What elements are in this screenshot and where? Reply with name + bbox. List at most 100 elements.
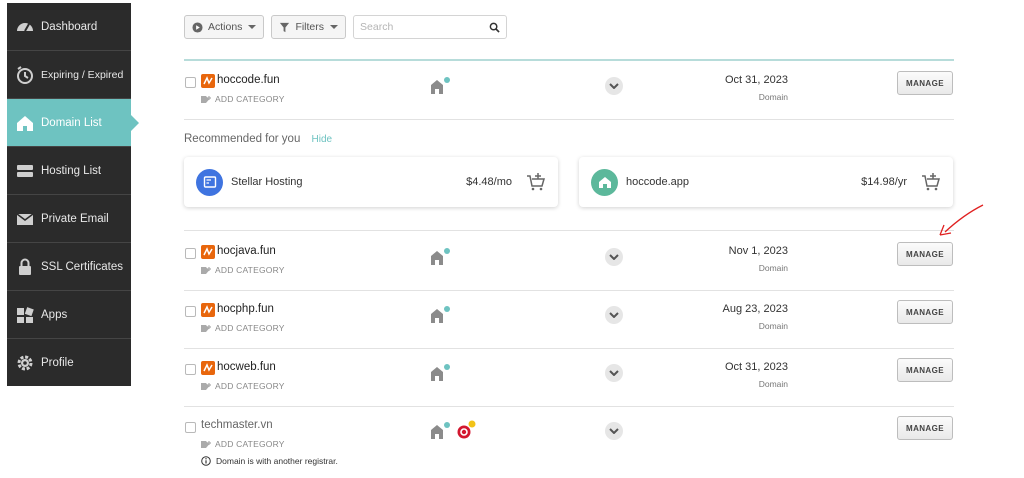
chevron-down-icon[interactable] xyxy=(605,364,623,382)
recommended-title: Recommended for you xyxy=(184,133,301,145)
search-icon[interactable] xyxy=(489,22,500,33)
expiry-date: Aug 23, 2023 xyxy=(722,303,788,315)
domain-name[interactable]: techmaster.vn xyxy=(201,419,273,431)
clock-icon xyxy=(14,64,36,86)
manage-button[interactable]: MANAGE xyxy=(897,242,953,266)
add-category-link[interactable]: ADD CATEGORY xyxy=(201,94,285,104)
chevron-down-icon[interactable] xyxy=(605,77,623,95)
header-divider xyxy=(184,59,954,61)
product-type: Domain xyxy=(758,321,788,331)
caret-down-icon xyxy=(330,25,339,29)
filter-icon xyxy=(280,22,290,32)
home-icon xyxy=(14,112,36,134)
table-row: hocweb.fun ADD CATEGORY Oct 31, 2023 Dom… xyxy=(184,349,954,407)
dashboard-icon xyxy=(14,16,36,38)
row-checkbox[interactable] xyxy=(185,77,196,88)
row-checkbox[interactable] xyxy=(185,306,196,317)
filters-label: Filters xyxy=(295,21,325,33)
mail-icon xyxy=(14,208,36,230)
sidebar-item-label: Profile xyxy=(41,357,74,369)
filters-dropdown[interactable]: Filters xyxy=(271,15,347,39)
annotation-arrow xyxy=(939,204,984,236)
domain-name[interactable]: hocjava.fun xyxy=(217,245,276,257)
sidebar-item-label: Expiring / Expired xyxy=(41,68,124,81)
dns-house-icon[interactable] xyxy=(430,305,452,325)
recommended-heading: Recommended for you Hide xyxy=(184,133,332,145)
product-type: Domain xyxy=(758,263,788,273)
domain-brand-icon xyxy=(201,361,215,375)
add-category-label: ADD CATEGORY xyxy=(215,94,285,104)
lock-icon xyxy=(14,256,36,278)
table-row: hoccode.fun ADD CATEGORY Oct 31, 2023 Do… xyxy=(184,62,954,120)
gear-icon xyxy=(14,352,36,374)
sidebar-item-expiring[interactable]: Expiring / Expired xyxy=(7,51,131,99)
row-divider xyxy=(184,230,954,231)
hide-recommended-link[interactable]: Hide xyxy=(312,134,333,145)
sidebar: Dashboard Expiring / Expired Domain List… xyxy=(7,3,139,387)
row-checkbox[interactable] xyxy=(185,248,196,259)
registrar-note-text: Domain is with another registrar. xyxy=(216,456,338,466)
manage-button[interactable]: MANAGE xyxy=(897,358,953,382)
search-box xyxy=(353,15,508,39)
table-row: hocphp.fun ADD CATEGORY Aug 23, 2023 Dom… xyxy=(184,291,954,349)
actions-label: Actions xyxy=(208,21,243,33)
sidebar-item-private-email[interactable]: Private Email xyxy=(7,195,131,243)
sidebar-item-profile[interactable]: Profile xyxy=(7,339,131,387)
registrar-note: Domain is with another registrar. xyxy=(201,456,338,466)
chevron-down-icon[interactable] xyxy=(605,306,623,324)
domain-name[interactable]: hoccode.fun xyxy=(217,74,280,86)
caret-down-icon xyxy=(248,25,257,29)
add-category-label: ADD CATEGORY xyxy=(215,265,285,275)
add-category-label: ADD CATEGORY xyxy=(215,439,285,449)
chevron-down-icon[interactable] xyxy=(605,422,623,440)
sidebar-item-domain-list[interactable]: Domain List xyxy=(7,99,139,147)
tag-icon xyxy=(201,95,211,103)
table-row: hocjava.fun ADD CATEGORY Nov 1, 2023 Dom… xyxy=(184,233,954,291)
registrar-badge-icon xyxy=(457,420,476,439)
dns-house-icon[interactable] xyxy=(430,421,452,441)
sidebar-item-apps[interactable]: Apps xyxy=(7,291,131,339)
tag-icon xyxy=(201,440,211,448)
product-type: Domain xyxy=(758,379,788,389)
expiry-date: Oct 31, 2023 xyxy=(725,74,788,86)
sidebar-item-hosting-list[interactable]: Hosting List xyxy=(7,147,131,195)
chevron-down-icon[interactable] xyxy=(605,248,623,266)
sidebar-item-label: SSL Certificates xyxy=(41,260,124,273)
actions-dropdown[interactable]: Actions xyxy=(184,15,265,39)
apps-icon xyxy=(14,304,36,326)
table-row: techmaster.vn ADD CATEGORY MANAGE Domain… xyxy=(184,407,954,473)
add-category-link[interactable]: ADD CATEGORY xyxy=(201,439,285,449)
domain-brand-icon xyxy=(201,303,215,317)
sidebar-item-label: Apps xyxy=(41,308,68,321)
info-icon xyxy=(201,456,211,466)
manage-button[interactable]: MANAGE xyxy=(897,71,953,95)
domain-brand-icon xyxy=(201,74,215,88)
row-checkbox[interactable] xyxy=(185,422,196,433)
toolbar: Actions Filters xyxy=(184,15,508,39)
add-category-label: ADD CATEGORY xyxy=(215,323,285,333)
tag-icon xyxy=(201,324,211,332)
manage-button[interactable]: MANAGE xyxy=(897,300,953,324)
dns-house-icon[interactable] xyxy=(430,76,452,96)
expiry-date: Nov 1, 2023 xyxy=(728,245,788,257)
product-type: Domain xyxy=(758,92,788,102)
sidebar-item-dashboard[interactable]: Dashboard xyxy=(7,3,131,51)
dns-house-icon[interactable] xyxy=(430,363,452,383)
add-category-link[interactable]: ADD CATEGORY xyxy=(201,323,285,333)
domain-name[interactable]: hocphp.fun xyxy=(217,303,274,315)
tag-icon xyxy=(201,382,211,390)
sidebar-item-ssl[interactable]: SSL Certificates xyxy=(7,243,131,291)
domain-name[interactable]: hocweb.fun xyxy=(217,361,276,373)
play-icon xyxy=(192,21,203,33)
add-category-link[interactable]: ADD CATEGORY xyxy=(201,265,285,275)
row-checkbox[interactable] xyxy=(185,364,196,375)
dns-house-icon[interactable] xyxy=(430,247,452,267)
section-divider xyxy=(184,172,954,231)
tag-icon xyxy=(201,266,211,274)
expiry-date: Oct 31, 2023 xyxy=(725,361,788,373)
sidebar-item-label: Domain List xyxy=(41,116,102,129)
search-input[interactable] xyxy=(360,21,490,33)
add-category-link[interactable]: ADD CATEGORY xyxy=(201,381,285,391)
add-category-label: ADD CATEGORY xyxy=(215,381,285,391)
manage-button[interactable]: MANAGE xyxy=(897,416,953,440)
